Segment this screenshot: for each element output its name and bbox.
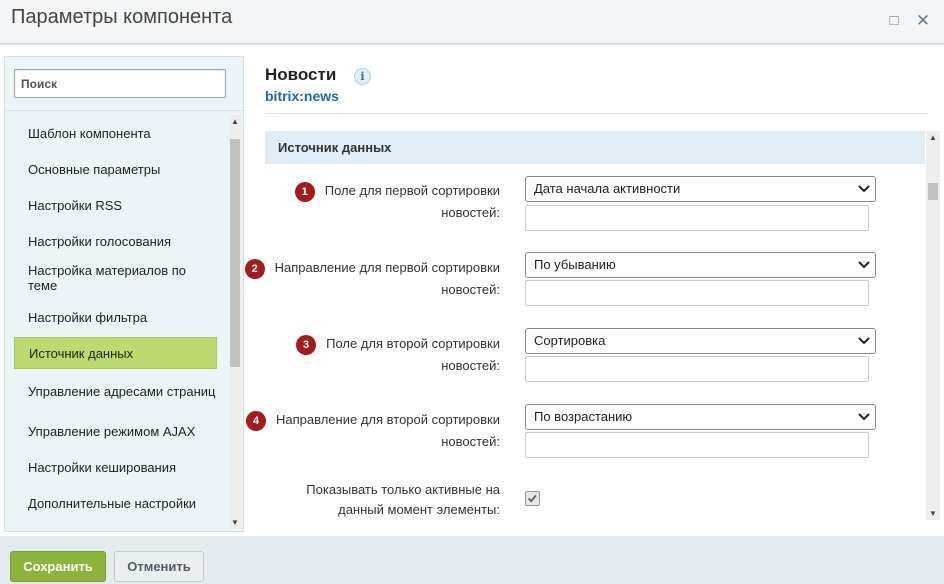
sidebar-item-label: Основные параметры [28, 161, 161, 177]
sidebar-item-label: Настройки голосования [28, 233, 172, 249]
sidebar-item-label: Шаблон компонента [28, 125, 151, 141]
cancel-button[interactable]: Отменить [114, 551, 204, 582]
sort-order-1-custom-input[interactable] [525, 280, 869, 306]
sidebar-item-label: Настройки кеширования [28, 459, 177, 475]
sort-field-1-select[interactable]: Дата начала активности [525, 176, 876, 202]
sort-order-2-select[interactable]: По возрастанию [525, 404, 876, 430]
param-label-cont: новостей: [441, 434, 500, 449]
step-badge: 4 [246, 410, 266, 431]
sidebar-item-voting[interactable]: Настройки голосования [14, 228, 217, 254]
active-only-label-cont: данный момент элементы: [338, 502, 500, 517]
checkmark-icon [527, 494, 537, 503]
sidebar-item-url-management[interactable]: Управление адресами страниц [14, 374, 217, 408]
save-button[interactable]: Сохранить [10, 551, 106, 582]
select-value: Сортировка [534, 333, 606, 348]
scroll-down-icon[interactable]: ▼ [927, 509, 939, 518]
sort-field-2-custom-input[interactable] [525, 356, 869, 382]
active-only-label: Показывать только активные на [306, 482, 500, 497]
chevron-down-icon [858, 261, 870, 269]
param-label-text: Направление для второй сортировки [276, 412, 500, 427]
sidebar-item-cache[interactable]: Настройки кеширования [14, 454, 217, 480]
component-code: bitrix:news [265, 88, 339, 104]
search-input[interactable] [14, 69, 226, 98]
main-scroll-thumb[interactable] [928, 183, 938, 200]
select-value: По возрастанию [534, 409, 633, 424]
sort-field-1-custom-input[interactable] [525, 205, 869, 231]
chevron-down-icon [858, 185, 870, 193]
param-label: 4 Направление для второй сортировки [0, 410, 500, 431]
scroll-up-icon[interactable]: ▲ [229, 117, 241, 126]
sidebar-divider [5, 110, 243, 111]
window-title: Параметры компонента [11, 6, 233, 28]
active-only-checkbox[interactable] [525, 491, 540, 506]
step-badge: 1 [294, 181, 315, 202]
select-value: Дата начала активности [534, 181, 681, 196]
scroll-up-icon[interactable]: ▲ [927, 133, 939, 142]
chevron-down-icon [858, 337, 870, 345]
sidebar-item-main-params[interactable]: Основные параметры [14, 156, 217, 182]
param-label-text: Поле для первой сортировки [324, 183, 500, 198]
param-label-cont: новостей: [441, 358, 500, 373]
dialog-content: Шаблон компонента Основные параметры Нас… [0, 45, 944, 536]
component-title: Новости [265, 65, 337, 84]
section-header: Источник данных [265, 131, 925, 164]
close-icon[interactable]: ✕ [914, 12, 932, 30]
sidebar-item-label: Управление адресами страниц [28, 383, 216, 399]
sidebar-scrollbar[interactable]: ▲ ▼ [229, 115, 241, 529]
sidebar-scroll-thumb[interactable] [230, 139, 240, 367]
maximize-icon[interactable]: □ [885, 12, 903, 30]
param-label-text: Направление для первой сортировки [274, 260, 500, 275]
sidebar-item-template[interactable]: Шаблон компонента [14, 120, 217, 146]
chevron-down-icon [858, 413, 870, 421]
sort-order-1-select[interactable]: По убыванию [525, 252, 876, 278]
param-label: 1 Поле для первой сортировки [0, 181, 500, 202]
param-label-text: Поле для второй сортировки [326, 336, 500, 351]
sidebar-item-label: Настройки фильтра [28, 309, 148, 325]
param-label: 3 Поле для второй сортировки [0, 334, 500, 355]
step-badge: 3 [296, 334, 317, 355]
step-badge: 2 [244, 258, 265, 279]
sort-field-2-select[interactable]: Сортировка [525, 328, 876, 354]
sort-order-2-custom-input[interactable] [525, 432, 869, 458]
main-scrollbar[interactable]: ▲ ▼ [926, 131, 940, 520]
sidebar-item-filter[interactable]: Настройки фильтра [14, 304, 217, 330]
header-divider [265, 113, 928, 114]
param-label: 2 Направление для первой сортировки [0, 258, 500, 279]
title-bar: Параметры компонента □ ✕ [0, 0, 944, 44]
info-icon[interactable]: i [354, 68, 371, 85]
select-value: По убыванию [534, 257, 616, 272]
param-label-cont: новостей: [441, 205, 500, 220]
param-label-cont: новостей: [441, 282, 500, 297]
